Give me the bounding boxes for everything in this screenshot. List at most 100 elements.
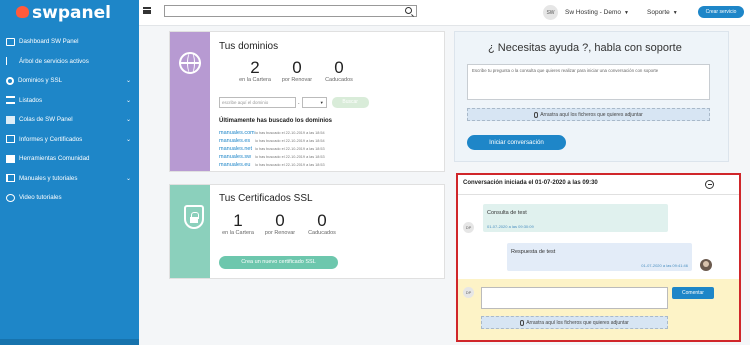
brand-name: swpanel [32,3,111,23]
certificate-icon [6,135,15,144]
sidebar-item-label: Herramientas Comunidad [19,155,90,163]
sidebar-item-domains-ssl[interactable]: Dominios y SSL ⌄ [0,71,139,91]
sidebar-item-label: Manuales y tutoriales [19,174,78,182]
recent-searches-list: manuales.com lo has buscado el 22-10-2019… [219,129,325,169]
message-text: Respuesta de test [511,249,556,255]
domain-link[interactable]: manuales.net [219,146,255,152]
caret-down-icon: ▼ [624,10,629,16]
domain-link[interactable]: manuales.com [219,130,255,136]
stat-label: en la Cartera [222,230,254,236]
collapse-icon[interactable] [705,180,714,189]
stat-label: en la Cartera [239,77,271,83]
conversation-title: Conversación iniciada el 01-07-2020 a la… [463,180,598,186]
message-bubble: Respuesta de test 01-07-2020 a las 09:41… [507,243,692,271]
avatar: DP [463,222,474,233]
stat-portfolio: 1 en la Cartera [217,211,259,237]
support-attach-dropzone[interactable]: Arrastra aquí los ficheros que quieres a… [467,108,710,121]
sidebar-item-label: Árbol de servicios activos [19,57,89,65]
support-menu[interactable]: Soporte ▼ [647,9,678,16]
sidebar-item-label: Informes y Certificados [19,135,83,143]
paperclip-icon [520,319,525,326]
dot-separator: . [298,99,300,106]
chevron-down-icon: ⌄ [125,175,131,182]
domain-search-button[interactable]: Buscar [331,97,369,108]
sidebar-item-listings[interactable]: Listados ⌄ [0,91,139,111]
dashboard-icon [6,37,15,46]
domain-link[interactable]: manuales.eu [219,162,255,168]
avatar: DP [463,287,474,298]
search-input[interactable] [164,5,417,17]
tree-icon [6,57,15,66]
chevron-down-icon: ⌄ [125,78,131,85]
search-time: lo has buscado el 22-10-2019 a las 18:54 [255,131,325,135]
sidebar-item-queues[interactable]: Colas de SW Panel ⌄ [0,110,139,130]
list-item: manuales.eu lo has buscado el 22-10-2019 … [219,161,325,169]
stat-value: 2 [250,58,260,77]
stat-renew: 0 por Renovar [276,58,318,84]
stat-label: Caducados [325,77,353,83]
sidebar-item-label: Colas de SW Panel [19,116,73,124]
chevron-down-icon: ⌄ [125,136,131,143]
stat-portfolio: 2 en la Cartera [234,58,276,84]
sidebar-item-community-tools[interactable]: Herramientas Comunidad [0,149,139,169]
stat-label: por Renovar [281,77,313,83]
sidebar-item-label: Listados [19,96,43,104]
domains-stats: 2 en la Cartera 0 por Renovar 0 Caducados [234,58,360,84]
search-time: lo has buscado el 22-10-2019 a las 18:53 [255,155,325,159]
topbar: SW Sw Hosting - Demo ▼ Soporte ▼ Crear ser… [139,0,750,26]
stat-label: por Renovar [264,230,296,236]
video-icon [6,193,15,202]
chevron-down-icon: ⌄ [125,97,131,104]
recent-searches-title: Últimamente has buscado los dominios [219,118,333,124]
avatar[interactable]: SW [543,5,558,20]
sidebar-item-label: Dashboard SW Panel [19,38,79,46]
tools-icon [6,154,15,163]
ssl-title: Tus Certificados SSL [219,193,313,204]
stat-value: 0 [292,58,302,77]
start-conversation-button[interactable]: Iniciar conversación [467,135,566,150]
list-item: manuales.sw lo has buscado el 22-10-2019 … [219,153,325,161]
stat-value: 0 [334,58,344,77]
domains-title: Tus dominios [219,41,279,52]
logo-icon [16,6,29,18]
sidebar-item-services-tree[interactable]: Árbol de servicios activos [0,52,139,72]
create-service-button[interactable]: Crear servicio [698,6,744,18]
sidebar-item-reports[interactable]: Informes y Certificados ⌄ [0,130,139,150]
attach-label: Arrastra aquí los ficheros que quieres a… [540,112,643,118]
message-time: 01-07-2020 a las 09:30:09 [487,224,534,229]
create-ssl-button[interactable]: Crea un nuevo certificado SSL [219,256,338,269]
comment-button[interactable]: Comentar [672,287,714,299]
domain-link[interactable]: manuales.sw [219,154,255,160]
domain-link[interactable]: manuales.es [219,138,255,144]
message-bubble: Consulta de test 01-07-2020 a las 09:30:… [483,204,668,232]
search-time: lo has buscado el 22-10-2019 a las 18:53 [255,147,325,151]
message-text: Consulta de test [487,210,527,216]
divider [458,194,739,195]
stat-value: 1 [233,211,243,230]
sidebar-item-manuals[interactable]: Manuales y tutoriales ⌄ [0,169,139,189]
menu-toggle-icon[interactable] [143,7,151,14]
sidebar: swpanel Dashboard SW Panel Árbol de serv… [0,0,139,345]
chevron-down-icon: ▼ [319,100,324,105]
domain-search-input[interactable]: escribe aquí el dominio [219,97,296,108]
tld-select[interactable]: ▼ [301,97,327,108]
caret-down-icon: ▼ [672,10,678,16]
sidebar-item-label: Video tutoriales [19,194,62,202]
search-icon[interactable] [405,7,412,14]
sidebar-item-video-tutorials[interactable]: Video tutoriales [0,188,139,208]
reply-attach-dropzone[interactable]: Arrastra aquí los ficheros que quieres a… [481,316,668,329]
paperclip-icon [534,111,539,118]
stat-label: Caducados [308,230,336,236]
stat-value: 0 [275,211,285,230]
chevron-down-icon: ⌄ [125,117,131,124]
ssl-band [170,185,210,278]
sidebar-item-dashboard[interactable]: Dashboard SW Panel [0,32,139,52]
account-menu[interactable]: Sw Hosting - Demo ▼ [565,9,629,16]
gear-icon [6,76,14,85]
brand-logo[interactable]: swpanel [0,0,139,26]
sidebar-item-label: Dominios y SSL [18,77,63,85]
reply-input[interactable] [481,287,668,309]
message-time: 01-07-2020 a las 09:41:46 [641,263,688,268]
support-question-textarea[interactable]: Escribe tu pregunta o la consulta que qu… [467,64,710,100]
support-title: ¿ Necesitas ayuda ?, habla con soporte [488,42,682,54]
